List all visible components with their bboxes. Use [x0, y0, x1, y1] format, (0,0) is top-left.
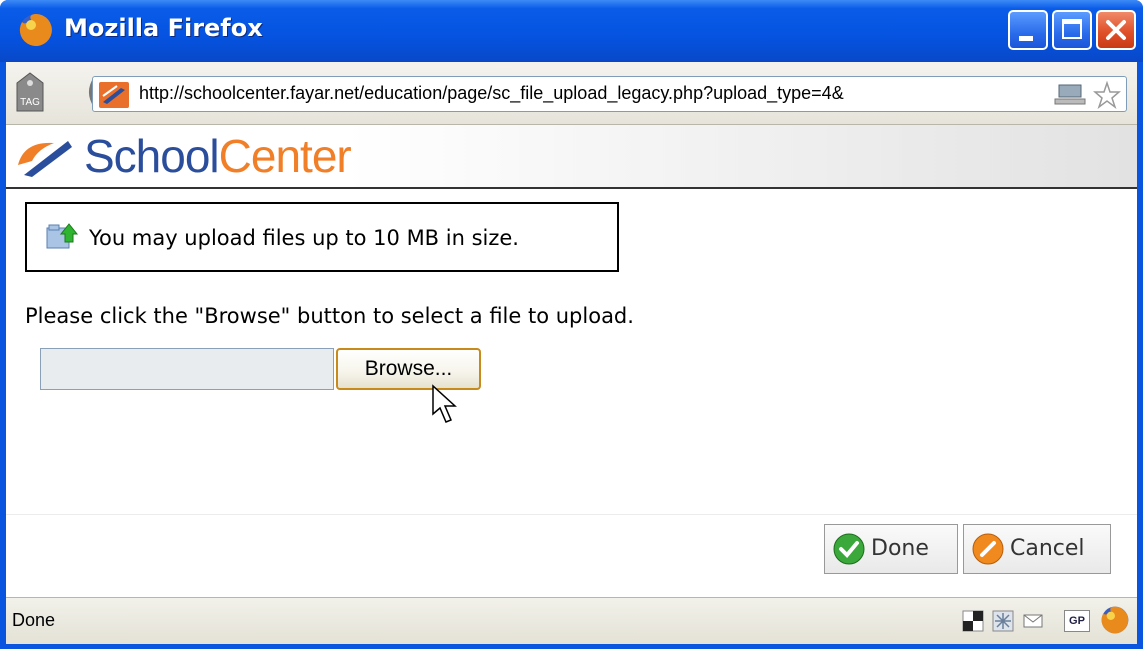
site-favicon-icon	[99, 82, 129, 108]
minimize-button[interactable]	[1008, 10, 1048, 50]
network-icon	[1054, 84, 1086, 105]
firefox-status-icon[interactable]	[1100, 605, 1130, 635]
upload-folder-icon	[46, 223, 79, 249]
svg-text:TAG: TAG	[20, 97, 40, 108]
schoolcenter-logo-icon	[18, 137, 72, 177]
cancel-label: Cancel	[1010, 536, 1085, 561]
popup-content: TAG ( http://schoolcenter.fayar.net/educ…	[6, 62, 1137, 644]
brand-part-center: Center	[218, 130, 352, 182]
status-tool-icon[interactable]	[962, 610, 984, 632]
brand-part-school: School	[84, 130, 220, 182]
upload-limit-text: You may upload files up to 10 MB in size…	[89, 226, 519, 250]
tag-icon[interactable]: TAG	[13, 71, 47, 113]
status-bar: Done GP	[6, 597, 1137, 644]
maximize-button[interactable]	[1052, 10, 1092, 50]
window-title: Mozilla Firefox	[64, 14, 263, 42]
check-icon	[833, 533, 865, 565]
bookmark-star-icon[interactable]	[1093, 81, 1121, 109]
brand-name: SchoolCenter	[84, 129, 352, 183]
url-field[interactable]: http://schoolcenter.fayar.net/education/…	[92, 76, 1127, 112]
done-button[interactable]: Done	[824, 524, 958, 574]
footer-divider	[6, 514, 1137, 515]
address-bar: TAG ( http://schoolcenter.fayar.net/educ…	[6, 62, 1137, 125]
close-button[interactable]	[1096, 10, 1136, 50]
status-grid-icon[interactable]	[992, 610, 1014, 632]
mail-icon[interactable]	[1022, 610, 1044, 632]
close-icon	[1106, 20, 1126, 40]
file-path-input[interactable]	[40, 348, 334, 390]
firefox-icon	[19, 14, 52, 46]
cancel-button[interactable]: Cancel	[963, 524, 1111, 574]
status-text: Done	[12, 610, 56, 630]
cancel-icon	[972, 533, 1004, 565]
url-text: http://schoolcenter.fayar.net/education/…	[139, 83, 844, 103]
title-bar[interactable]: Mozilla Firefox	[0, 0, 1143, 62]
mouse-cursor-icon	[432, 384, 457, 423]
done-label: Done	[871, 536, 929, 561]
upload-limit-notice: You may upload files up to 10 MB in size…	[25, 202, 619, 272]
browser-window: Mozilla Firefox TAG ( http://scho	[0, 0, 1143, 649]
brand-header: SchoolCenter	[6, 125, 1137, 189]
instructions-text: Please click the "Browse" button to sele…	[25, 304, 634, 328]
gp-status-icon[interactable]: GP	[1064, 610, 1090, 632]
